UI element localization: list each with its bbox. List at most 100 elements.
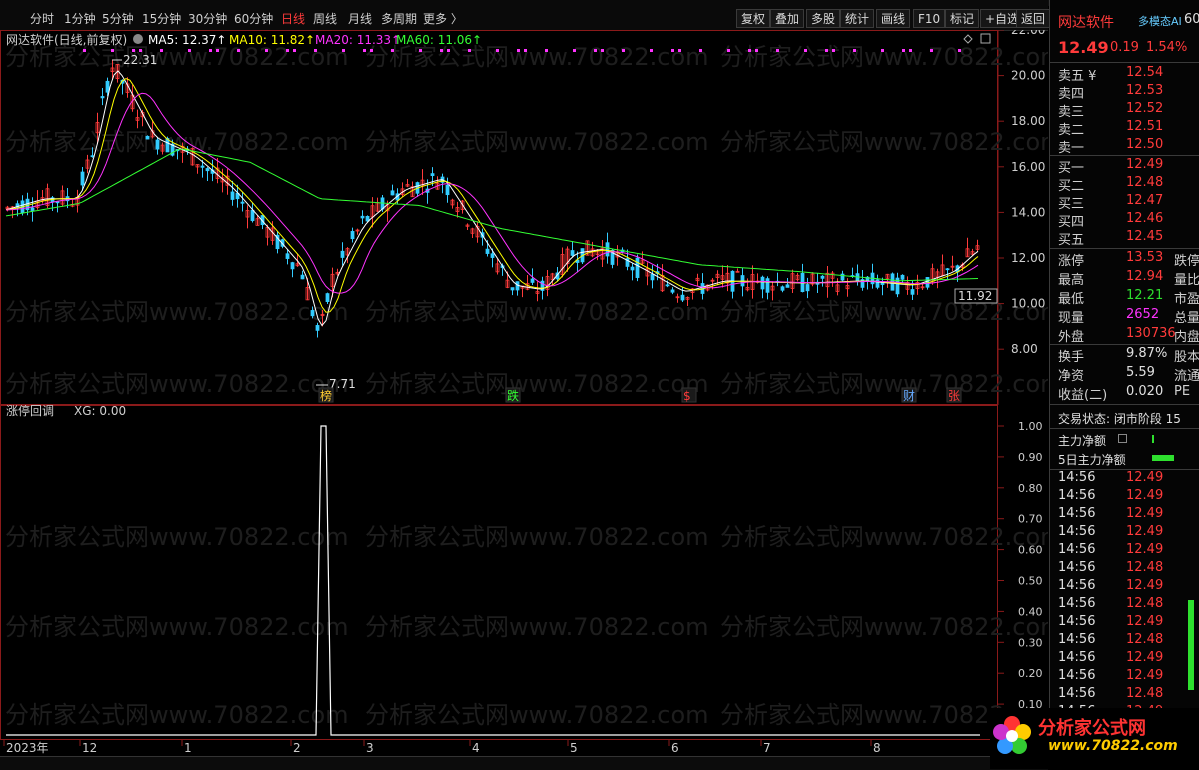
period-tab[interactable]: 多周期 <box>381 10 417 27</box>
tick-time: 14:56 <box>1058 614 1096 629</box>
tick-price: 12.49 <box>1126 506 1164 521</box>
scrollbar[interactable] <box>1188 600 1194 690</box>
toolbar-button[interactable]: 叠加 <box>770 9 805 28</box>
watermark-text: 分析家公式网www.70822.com <box>720 613 1048 641</box>
period-tab[interactable]: 日线 <box>281 10 305 27</box>
candle-body <box>875 279 880 288</box>
toolbar-button[interactable]: 标记 <box>945 9 980 28</box>
concept-tag[interactable]: 多模态AI <box>1138 13 1182 29</box>
watermark-text: 分析家公式网www.70822.com <box>720 370 1048 398</box>
date-label: 12 <box>82 741 97 755</box>
watermark-text: 分析家公式网www.70822.com <box>5 523 349 551</box>
event-marker[interactable]: 张 <box>948 389 960 403</box>
period-tab[interactable]: 60分钟 <box>234 10 273 27</box>
event-dot <box>902 49 905 52</box>
divider <box>1050 404 1199 405</box>
indicator-tick-label: 0.80 <box>1018 482 1043 495</box>
stat-side-label: 跌停 <box>1174 254 1199 269</box>
flower-logo-icon <box>993 716 1031 754</box>
stat-side-label: 流通 <box>1174 369 1199 384</box>
candle-body <box>665 284 670 287</box>
candle-body <box>300 274 305 280</box>
bid-price[interactable]: 12.47 <box>1126 193 1163 208</box>
ask-label: 卖五 ¥ <box>1058 69 1097 84</box>
diamond-icon[interactable] <box>963 34 973 44</box>
ask-price[interactable]: 12.54 <box>1126 65 1163 80</box>
date-label: 3 <box>366 741 374 755</box>
stat-side-label: 市盈 <box>1174 292 1199 307</box>
candle-body <box>680 294 685 301</box>
ma-legend: MA10: 11.82↑ <box>229 33 315 47</box>
period-tab[interactable]: 周线 <box>313 10 337 27</box>
event-dot <box>286 49 289 52</box>
event-marker[interactable]: 财 <box>903 389 915 403</box>
period-tab[interactable]: 5分钟 <box>102 10 134 27</box>
period-tab[interactable]: 30分钟 <box>188 10 227 27</box>
tick-time: 14:56 <box>1058 596 1096 611</box>
kline-chart[interactable]: 分析家公式网www.70822.com 分析家公式网www.70822.com 分析… <box>0 30 1048 405</box>
bid-price[interactable]: 12.46 <box>1126 211 1163 226</box>
period-tab[interactable]: 更多 〉 <box>423 10 463 27</box>
date-axis: 2023年 12 1 2 3 4 5 6 7 8 <box>3 740 881 755</box>
period-tab[interactable]: 分时 <box>30 10 54 27</box>
period-tab[interactable]: 15分钟 <box>142 10 181 27</box>
square-icon[interactable] <box>980 33 991 44</box>
period-tab[interactable]: 月线 <box>348 10 372 27</box>
toolbar-button[interactable]: 统计 <box>840 9 875 28</box>
indicator-tick-label: 0.60 <box>1018 544 1043 557</box>
order-book: 卖五 ¥ 12.54 卖四 12.53 卖三 12.52 卖二 12.51 卖一 12.50 买一 1… <box>1050 64 1199 248</box>
watermark-text: 分析家公式网www.70822.com <box>720 298 1048 326</box>
ask-price[interactable]: 12.52 <box>1126 101 1163 116</box>
toolbar-button[interactable]: 复权 <box>736 9 771 28</box>
stat-value: 13.53 <box>1126 250 1164 265</box>
tick-time: 14:56 <box>1058 632 1096 647</box>
toolbar-button[interactable]: 返回 <box>1016 9 1051 28</box>
event-dot <box>370 49 373 52</box>
tick-list[interactable]: 14:56 12.49 14:56 12.49 14:56 12.49 14:56 12.49… <box>1050 470 1199 719</box>
stat-value: 5.59 <box>1126 365 1155 380</box>
list-icon[interactable] <box>1118 434 1127 443</box>
event-marker[interactable]: $ <box>683 389 691 403</box>
event-marker[interactable]: 跌 <box>507 388 519 403</box>
tick-price: 12.49 <box>1126 614 1164 629</box>
ask-price[interactable]: 12.53 <box>1126 83 1163 98</box>
candle-body <box>485 248 490 254</box>
ask-price[interactable]: 12.50 <box>1126 137 1163 152</box>
bid-price[interactable]: 12.45 <box>1126 229 1163 244</box>
event-dot <box>132 49 135 52</box>
tick-time: 14:56 <box>1058 686 1096 701</box>
candle-body <box>910 289 915 295</box>
chart-frame <box>0 30 998 405</box>
watermark-text: 分析家公式网www.70822.com <box>5 701 349 729</box>
stat-side-label: 股本 <box>1174 350 1199 365</box>
price-tick-label: 18.00 <box>1011 114 1045 128</box>
settings-icon[interactable] <box>133 34 143 44</box>
stat-label: 净资 <box>1058 369 1085 384</box>
event-dot <box>160 49 163 52</box>
period-tab[interactable]: 1分钟 <box>64 10 96 27</box>
bid-price[interactable]: 12.48 <box>1126 175 1163 190</box>
indicator-tick-label: 0.30 <box>1018 636 1043 649</box>
price-header: 12.49 0.19 1.54% <box>1050 38 1199 60</box>
watermark-text: 分析家公式网www.70822.com <box>720 43 1048 71</box>
bid-price[interactable]: 12.49 <box>1126 157 1163 172</box>
candle-body <box>820 275 825 279</box>
candle-body <box>805 284 810 292</box>
date-label: 2023年 <box>6 741 49 755</box>
period-toolbar: 分时 1分钟 5分钟 15分钟 30分钟 60分钟 日线 周线 月线 多周期 更多 〉 复权 叠加 多股统… <box>0 0 1051 31</box>
quote-panel: 网达软件 多模态AI 6031 12.49 0.19 1.54% 卖五 ¥ 12.… <box>990 0 1199 769</box>
candle-body <box>530 278 535 283</box>
indicator-chart[interactable]: 涨停回调 XG: 0.00 分析家公式网www.70822.com 分析家公式网www… <box>0 405 1048 740</box>
event-dot <box>671 49 674 52</box>
toolbar-button[interactable]: F10 <box>913 9 946 28</box>
stat-side-label: PE <box>1174 384 1191 399</box>
tick-price: 12.49 <box>1126 650 1164 665</box>
candle-body <box>325 293 330 303</box>
toolbar-button[interactable]: 多股 <box>806 9 841 28</box>
toolbar-button[interactable]: 画线 <box>876 9 911 28</box>
tick-time: 14:56 <box>1058 542 1096 557</box>
last-price-label: 11.92 <box>958 289 992 303</box>
event-marker[interactable]: 榜 <box>320 388 332 403</box>
ask-price[interactable]: 12.51 <box>1126 119 1163 134</box>
watermark-text: 分析家公式网www.70822.com <box>5 370 349 398</box>
